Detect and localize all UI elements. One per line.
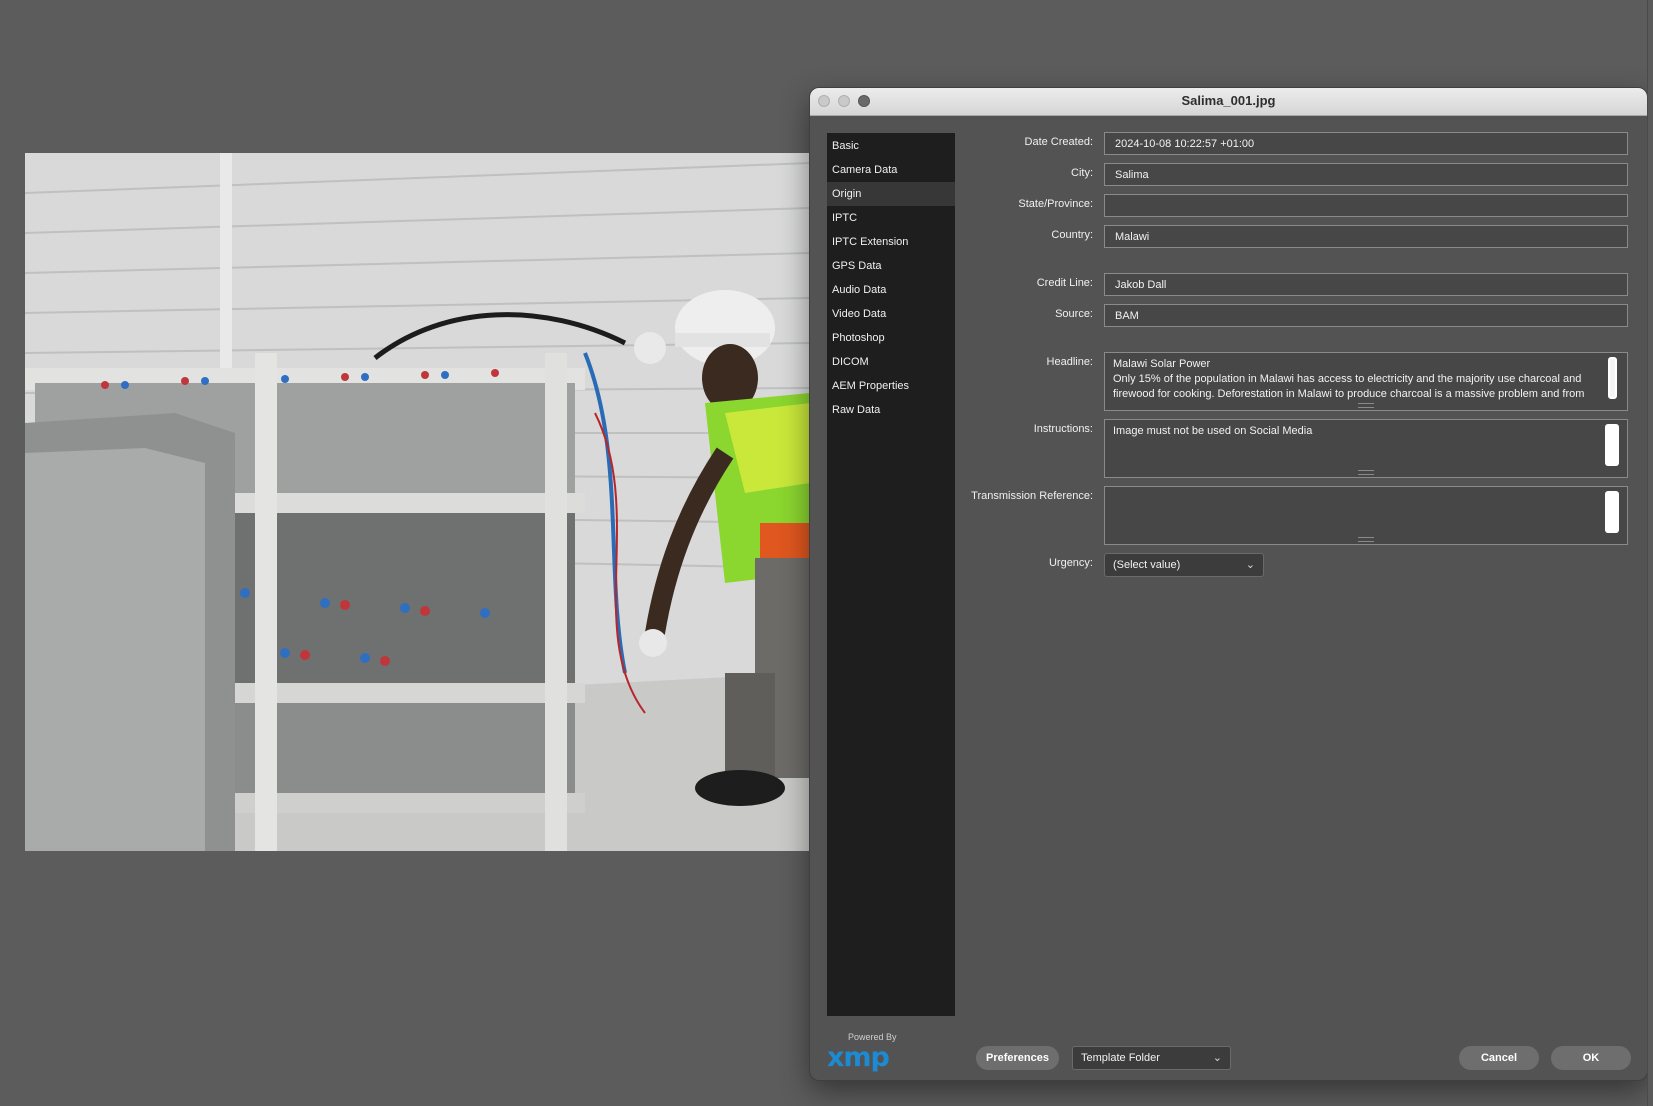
window-edge [1647,0,1653,1106]
credit-line-field[interactable]: Jakob Dall [1104,273,1628,296]
headline-label: Headline: [1046,356,1093,368]
chevron-down-icon: ⌄ [1245,559,1255,571]
source-label: Source: [1055,308,1093,320]
template-folder-value: Template Folder [1081,1052,1160,1064]
sidebar-item-photoshop[interactable]: Photoshop [827,326,955,350]
ok-button[interactable]: OK [1551,1046,1631,1070]
photo-illustration [25,153,810,851]
country-field[interactable]: Malawi [1104,225,1628,248]
photo-preview [25,153,810,851]
instructions-label: Instructions: [1033,423,1093,435]
headline-line: Malawi Solar Power [1113,358,1211,370]
window-title: Salima_001.jpg [1181,93,1276,108]
category-sidebar: Basic Camera Data Origin IPTC IPTC Exten… [827,133,955,1016]
country-label: Country: [1051,229,1093,241]
city-field[interactable]: Salima [1104,163,1628,186]
headline-textarea[interactable]: Malawi Solar Power Only 15% of the popul… [1104,352,1628,411]
transmission-reference-scrollbar[interactable] [1605,491,1619,533]
urgency-select[interactable]: (Select value) ⌄ [1104,553,1264,577]
date-created-label: Date Created: [1024,136,1093,148]
cancel-button[interactable]: Cancel [1459,1046,1539,1070]
resize-grip-icon[interactable] [1358,470,1374,475]
sidebar-item-gps-data[interactable]: GPS Data [827,254,955,278]
sidebar-item-raw-data[interactable]: Raw Data [827,398,955,422]
transmission-reference-textarea[interactable] [1104,486,1628,545]
xmp-logo: xmp [827,1042,890,1073]
chevron-down-icon: ⌄ [1212,1052,1222,1064]
title-bar[interactable]: Salima_001.jpg [810,88,1647,116]
headline-line: Only 15% of the population in Malawi has… [1113,373,1582,385]
state-province-field[interactable] [1104,194,1628,217]
instructions-scrollbar[interactable] [1605,424,1619,466]
powered-by-text: Powered By [848,1032,897,1042]
resize-grip-icon[interactable] [1358,403,1374,408]
urgency-selected-value: (Select value) [1113,559,1181,571]
sidebar-item-aem-properties[interactable]: AEM Properties [827,374,955,398]
headline-scrollbar[interactable] [1608,357,1617,399]
instructions-textarea[interactable]: Image must not be used on Social Media [1104,419,1628,478]
template-folder-select[interactable]: Template Folder ⌄ [1072,1046,1231,1070]
transmission-reference-label: Transmission Reference: [971,490,1093,502]
date-created-field[interactable]: 2024-10-08 10:22:57 +01:00 [1104,132,1628,155]
state-province-label: State/Province: [1018,198,1093,210]
file-info-dialog: Salima_001.jpg Basic Camera Data Origin … [810,88,1647,1080]
source-field[interactable]: BAM [1104,304,1628,327]
instructions-value: Image must not be used on Social Media [1113,425,1313,437]
headline-line: firewood for cooking. Deforestation in M… [1113,388,1585,400]
preferences-button[interactable]: Preferences [976,1046,1059,1070]
urgency-label: Urgency: [1048,557,1093,569]
city-label: City: [1071,167,1093,179]
credit-line-label: Credit Line: [1036,277,1093,289]
resize-grip-icon[interactable] [1358,537,1374,542]
